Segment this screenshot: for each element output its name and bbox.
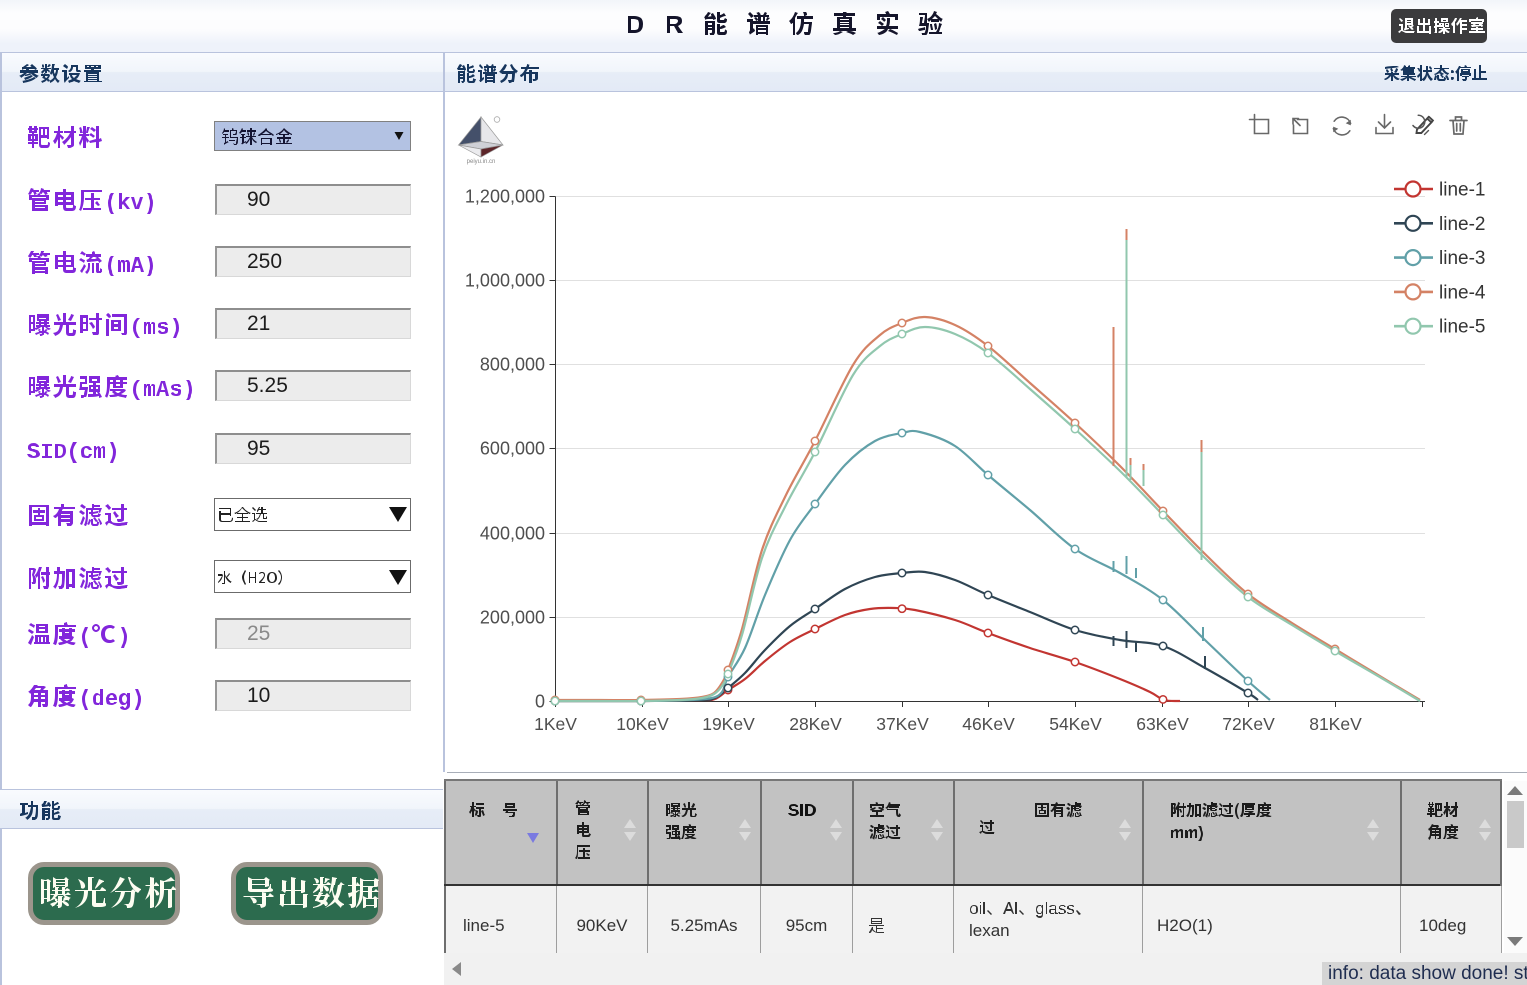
svg-text:72KeV: 72KeV [1222, 714, 1275, 734]
svg-text:800,000: 800,000 [480, 355, 545, 375]
svg-text:1,000,000: 1,000,000 [465, 271, 545, 291]
svg-text:19KeV: 19KeV [702, 714, 755, 734]
svg-text:1KeV: 1KeV [534, 714, 577, 734]
svg-text:54KeV: 54KeV [1049, 714, 1102, 734]
svg-text:28KeV: 28KeV [789, 714, 842, 734]
svg-text:600,000: 600,000 [480, 439, 545, 459]
svg-text:37KeV: 37KeV [876, 714, 929, 734]
svg-text:line-1: line-1 [1439, 180, 1485, 201]
svg-text:peiyu.in.cn: peiyu.in.cn [467, 159, 496, 165]
svg-text:200,000: 200,000 [480, 608, 545, 628]
svg-text:400,000: 400,000 [480, 524, 545, 544]
svg-text:81KeV: 81KeV [1309, 714, 1362, 734]
svg-text:1,200,000: 1,200,000 [465, 187, 545, 207]
svg-text:line-5: line-5 [1439, 317, 1485, 338]
svg-text:10KeV: 10KeV [616, 714, 669, 734]
svg-text:46KeV: 46KeV [962, 714, 1015, 734]
svg-text:line-2: line-2 [1439, 214, 1485, 235]
svg-text:0: 0 [535, 692, 545, 712]
svg-text:line-3: line-3 [1439, 248, 1485, 269]
svg-text:line-4: line-4 [1439, 282, 1486, 303]
svg-text:63KeV: 63KeV [1136, 714, 1189, 734]
